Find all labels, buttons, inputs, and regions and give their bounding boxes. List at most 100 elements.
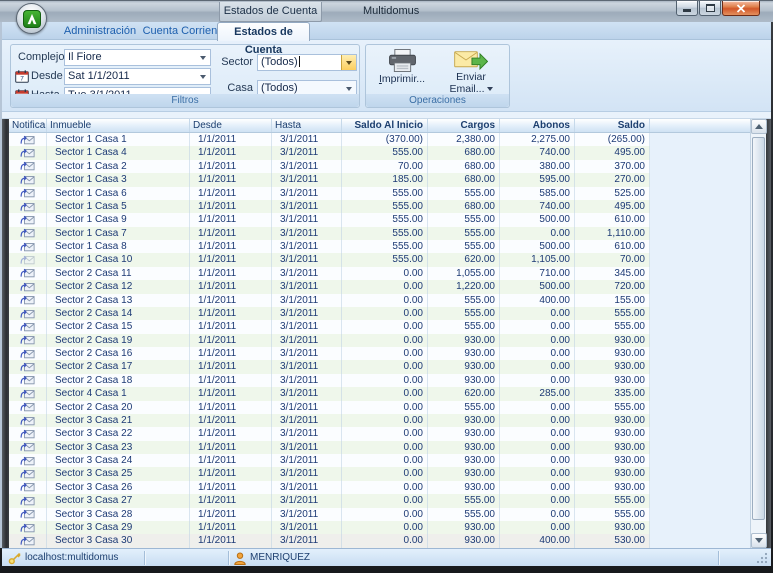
- table-row[interactable]: Sector 1 Casa 41/1/20113/1/2011555.00680…: [9, 146, 750, 159]
- saldo-cell[interactable]: 530.00: [575, 534, 650, 547]
- chevron-down-icon[interactable]: [200, 75, 206, 79]
- notify-email-icon[interactable]: [9, 467, 47, 480]
- table-row[interactable]: Sector 4 Casa 11/1/20113/1/20110.00620.0…: [9, 387, 750, 400]
- notify-email-icon[interactable]: [9, 320, 47, 333]
- desde-cell[interactable]: 1/1/2011: [190, 508, 272, 521]
- saldo-cell[interactable]: 930.00: [575, 521, 650, 534]
- abonos-cell[interactable]: 0.00: [500, 374, 575, 387]
- saldo-inicio-cell[interactable]: 0.00: [342, 521, 428, 534]
- cargos-cell[interactable]: 930.00: [428, 334, 500, 347]
- scroll-down-button[interactable]: [751, 533, 767, 548]
- inmueble-cell[interactable]: Sector 1 Casa 6: [47, 187, 190, 200]
- inmueble-cell[interactable]: Sector 2 Casa 19: [47, 334, 190, 347]
- hasta-cell[interactable]: 3/1/2011: [272, 347, 342, 360]
- saldo-inicio-cell[interactable]: 0.00: [342, 481, 428, 494]
- desde-cell[interactable]: 1/1/2011: [190, 374, 272, 387]
- hasta-cell[interactable]: 3/1/2011: [272, 387, 342, 400]
- table-row[interactable]: Sector 3 Casa 261/1/20113/1/20110.00930.…: [9, 481, 750, 494]
- cargos-cell[interactable]: 930.00: [428, 481, 500, 494]
- saldo-inicio-cell[interactable]: 0.00: [342, 414, 428, 427]
- notify-email-icon[interactable]: [9, 427, 47, 440]
- cargos-cell[interactable]: 930.00: [428, 414, 500, 427]
- hasta-cell[interactable]: 3/1/2011: [272, 534, 342, 547]
- abonos-cell[interactable]: 0.00: [500, 360, 575, 373]
- notify-email-icon[interactable]: [9, 294, 47, 307]
- saldo-inicio-cell[interactable]: 0.00: [342, 360, 428, 373]
- notify-email-icon[interactable]: [9, 414, 47, 427]
- saldo-cell[interactable]: 335.00: [575, 387, 650, 400]
- abonos-cell[interactable]: 1,105.00: [500, 253, 575, 266]
- saldo-cell[interactable]: 930.00: [575, 441, 650, 454]
- inmueble-cell[interactable]: Sector 4 Casa 1: [47, 387, 190, 400]
- inmueble-cell[interactable]: Sector 1 Casa 8: [47, 240, 190, 253]
- inmueble-cell[interactable]: Sector 3 Casa 29: [47, 521, 190, 534]
- cargos-cell[interactable]: 930.00: [428, 521, 500, 534]
- inmueble-cell[interactable]: Sector 1 Casa 9: [47, 213, 190, 226]
- hasta-cell[interactable]: 3/1/2011: [272, 213, 342, 226]
- saldo-cell[interactable]: 930.00: [575, 334, 650, 347]
- abonos-cell[interactable]: 740.00: [500, 200, 575, 213]
- hasta-cell[interactable]: 3/1/2011: [272, 146, 342, 159]
- inmueble-cell[interactable]: Sector 1 Casa 4: [47, 146, 190, 159]
- notify-email-icon[interactable]: [9, 508, 47, 521]
- table-row[interactable]: Sector 1 Casa 21/1/20113/1/201170.00680.…: [9, 160, 750, 173]
- desde-cell[interactable]: 1/1/2011: [190, 347, 272, 360]
- saldo-inicio-cell[interactable]: (370.00): [342, 133, 428, 146]
- print-button[interactable]: Imprimir...: [372, 48, 432, 96]
- abonos-cell[interactable]: 0.00: [500, 401, 575, 414]
- table-row[interactable]: Sector 1 Casa 81/1/20113/1/2011555.00555…: [9, 240, 750, 253]
- abonos-cell[interactable]: 380.00: [500, 160, 575, 173]
- minimize-button[interactable]: [676, 1, 698, 16]
- cargos-cell[interactable]: 555.00: [428, 401, 500, 414]
- desde-cell[interactable]: 1/1/2011: [190, 133, 272, 146]
- column-header-notificar[interactable]: Notificar: [9, 119, 47, 132]
- saldo-inicio-cell[interactable]: 0.00: [342, 387, 428, 400]
- table-row[interactable]: Sector 2 Casa 201/1/20113/1/20110.00555.…: [9, 401, 750, 414]
- saldo-cell[interactable]: 930.00: [575, 360, 650, 373]
- inmueble-cell[interactable]: Sector 2 Casa 12: [47, 280, 190, 293]
- saldo-inicio-cell[interactable]: 555.00: [342, 200, 428, 213]
- hasta-cell[interactable]: 3/1/2011: [272, 374, 342, 387]
- hasta-cell[interactable]: 3/1/2011: [272, 160, 342, 173]
- saldo-cell[interactable]: 495.00: [575, 200, 650, 213]
- saldo-cell[interactable]: 610.00: [575, 240, 650, 253]
- inmueble-cell[interactable]: Sector 1 Casa 7: [47, 227, 190, 240]
- abonos-cell[interactable]: 0.00: [500, 414, 575, 427]
- hasta-cell[interactable]: 3/1/2011: [272, 307, 342, 320]
- desde-cell[interactable]: 1/1/2011: [190, 160, 272, 173]
- notify-email-icon[interactable]: [9, 160, 47, 173]
- column-header-inmueble[interactable]: Inmueble: [47, 119, 190, 132]
- saldo-inicio-cell[interactable]: 555.00: [342, 187, 428, 200]
- hasta-cell[interactable]: 3/1/2011: [272, 441, 342, 454]
- saldo-cell[interactable]: 930.00: [575, 454, 650, 467]
- table-row[interactable]: Sector 2 Casa 121/1/20113/1/20110.001,22…: [9, 280, 750, 293]
- inmueble-cell[interactable]: Sector 1 Casa 3: [47, 173, 190, 186]
- saldo-cell[interactable]: 345.00: [575, 267, 650, 280]
- table-row[interactable]: Sector 2 Casa 161/1/20113/1/20110.00930.…: [9, 347, 750, 360]
- abonos-cell[interactable]: 585.00: [500, 187, 575, 200]
- chevron-down-icon[interactable]: [200, 56, 206, 60]
- saldo-inicio-cell[interactable]: 555.00: [342, 146, 428, 159]
- cargos-cell[interactable]: 555.00: [428, 307, 500, 320]
- saldo-inicio-cell[interactable]: 0.00: [342, 307, 428, 320]
- desde-cell[interactable]: 1/1/2011: [190, 280, 272, 293]
- notify-email-icon[interactable]: [9, 280, 47, 293]
- saldo-cell[interactable]: 930.00: [575, 427, 650, 440]
- cargos-cell[interactable]: 930.00: [428, 454, 500, 467]
- desde-date-combobox[interactable]: Sat 1/1/2011: [64, 68, 211, 85]
- notify-email-icon[interactable]: [9, 534, 47, 547]
- cargos-cell[interactable]: 680.00: [428, 200, 500, 213]
- hasta-cell[interactable]: 3/1/2011: [272, 508, 342, 521]
- table-row[interactable]: Sector 3 Casa 221/1/20113/1/20110.00930.…: [9, 427, 750, 440]
- inmueble-cell[interactable]: Sector 1 Casa 1: [47, 133, 190, 146]
- cargos-cell[interactable]: 555.00: [428, 213, 500, 226]
- abonos-cell[interactable]: 400.00: [500, 294, 575, 307]
- inmueble-cell[interactable]: Sector 3 Casa 28: [47, 508, 190, 521]
- desde-cell[interactable]: 1/1/2011: [190, 481, 272, 494]
- notify-email-icon[interactable]: [9, 307, 47, 320]
- hasta-cell[interactable]: 3/1/2011: [272, 414, 342, 427]
- inmueble-cell[interactable]: Sector 1 Casa 10: [47, 253, 190, 266]
- hasta-cell[interactable]: 3/1/2011: [272, 360, 342, 373]
- table-row[interactable]: Sector 3 Casa 271/1/20113/1/20110.00555.…: [9, 494, 750, 507]
- table-row[interactable]: Sector 3 Casa 241/1/20113/1/20110.00930.…: [9, 454, 750, 467]
